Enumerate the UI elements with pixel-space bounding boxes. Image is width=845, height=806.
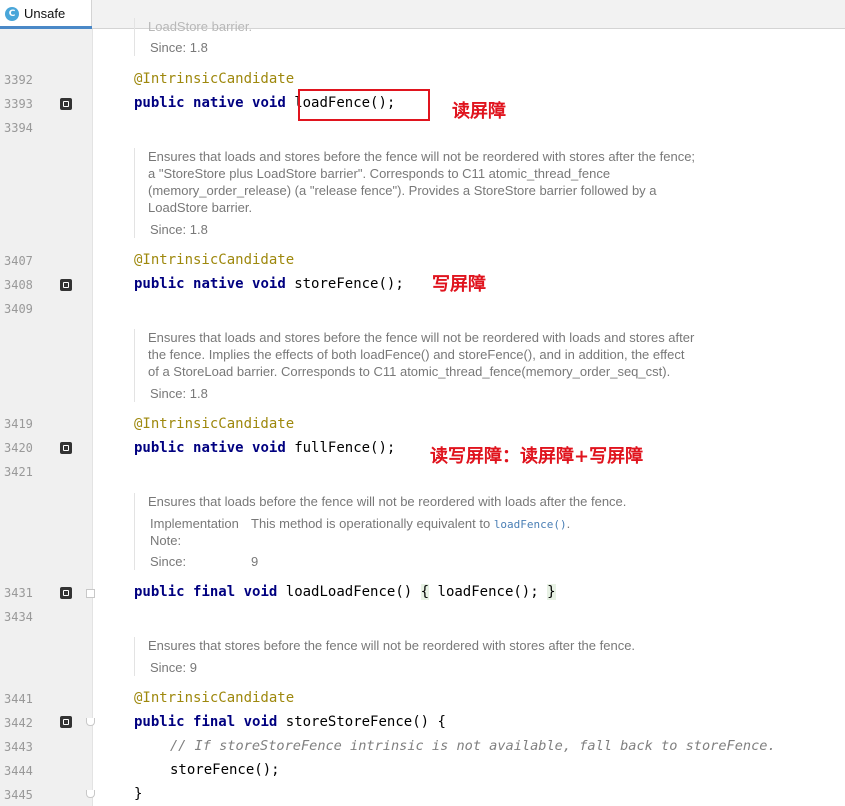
javadoc-text: Ensures that loads and stores before the… [148,149,696,164]
method-signature: fullFence(); [294,440,396,456]
annotation-note: 读屏障 [452,101,506,122]
javadoc-text: LoadStore barrier. [148,19,253,34]
line-number: 3444 [4,764,33,778]
javadoc-text: a "StoreStore plus LoadStore barrier". C… [148,166,611,181]
highlight-box [298,89,430,121]
code-annotation[interactable]: @IntrinsicCandidate [134,71,294,87]
keyword: public [134,714,185,730]
javadoc-text: of a StoreLoad barrier. Corresponds to C… [148,364,671,379]
code-line-loadloadfence[interactable]: public final void loadLoadFence() { load… [134,584,556,600]
javadoc-text: the fence. Implies the effects of both l… [148,347,685,362]
code-annotation[interactable]: @IntrinsicCandidate [134,690,294,706]
method-icon[interactable] [60,716,72,728]
native-method-icon[interactable] [60,442,72,454]
code-line-body[interactable]: storeFence(); [170,762,280,778]
java-class-icon: C [5,7,19,21]
keyword: native [193,276,244,292]
folded-brace[interactable]: } [547,584,556,600]
native-method-icon[interactable] [60,279,72,291]
javadoc-since: Since: 9 [150,660,197,675]
line-number: 3408 [4,278,33,292]
code-line-storestorefence[interactable]: public final void storeStoreFence() { [134,714,446,730]
code-line-fullfence[interactable]: public native void fullFence(); [134,440,395,456]
line-number: 3409 [4,302,33,316]
code-line-storefence[interactable]: public native void storeFence(); [134,276,404,292]
keyword: public [134,95,185,111]
javadoc-text: (memory_order_release) (a "release fence… [148,183,657,198]
keyword: void [252,276,286,292]
keyword: final [193,584,236,600]
javadoc-impl-label: Implementation [150,516,239,531]
keyword: void [243,714,278,730]
line-number: 3392 [4,73,33,87]
javadoc-impl-text: This method is operationally equivalent … [251,516,571,531]
keyword: native [193,440,244,456]
tab-unsafe[interactable]: C Unsafe [0,0,92,29]
tab-label: Unsafe [24,6,66,21]
javadoc-since-value: 9 [251,554,259,569]
method-signature: storeFence(); [294,276,404,292]
javadoc-block: LoadStore barrier. Since: 1.8 [134,18,252,56]
folded-brace[interactable]: { [420,584,430,600]
line-number: 3394 [4,121,33,135]
method-body: loadFence(); [437,584,539,600]
javadoc-link-loadfence[interactable]: loadFence() [494,518,567,531]
line-number: 3445 [4,788,33,802]
line-number: 3419 [4,417,33,431]
javadoc-since: Since: 1.8 [150,40,208,55]
javadoc-block: Ensures that stores before the fence wil… [134,637,635,676]
keyword: final [193,714,236,730]
javadoc-block: Ensures that loads and stores before the… [134,148,695,238]
keyword: native [193,95,244,111]
fold-start-icon[interactable] [86,718,95,726]
keyword: void [252,95,286,111]
line-number: 3407 [4,254,33,268]
line-number: 3441 [4,692,33,706]
keyword: public [134,276,185,292]
keyword: public [134,440,185,456]
line-number: 3420 [4,441,33,455]
javadoc-text: LoadStore barrier. [148,200,253,215]
annotation-note: 读写屏障：读屏障+写屏障 [430,446,644,467]
javadoc-text: Ensures that loads and stores before the… [148,330,695,345]
javadoc-impl-note: Implementation Note: This method is oper… [148,515,626,549]
fold-expand-icon[interactable] [86,589,95,598]
line-number: 3393 [4,97,33,111]
line-number: 3442 [4,716,33,730]
editor-tab-bar: C Unsafe [0,0,845,29]
javadoc-block: Ensures that loads before the fence will… [134,493,626,570]
code-annotation[interactable]: @IntrinsicCandidate [134,416,294,432]
javadoc-impl-label2: Note: [150,533,182,548]
javadoc-text: Ensures that loads before the fence will… [148,494,627,509]
javadoc-since: Since: 1.8 [150,222,208,237]
code-comment[interactable]: // If storeStoreFence intrinsic is not a… [170,738,776,754]
line-number: 3431 [4,586,33,600]
javadoc-since-label: Since: [150,554,187,569]
keyword: void [252,440,286,456]
method-signature: storeStoreFence() { [285,714,446,730]
method-icon[interactable] [60,587,72,599]
line-number: 3421 [4,465,33,479]
code-line-close-brace[interactable]: } [134,786,142,802]
keyword: void [243,584,278,600]
fold-end-icon[interactable] [86,790,95,798]
javadoc-since: Since: 1.8 [150,386,208,401]
code-annotation[interactable]: @IntrinsicCandidate [134,252,294,268]
keyword: public [134,584,185,600]
method-signature: loadLoadFence() [285,584,413,600]
line-number: 3434 [4,610,33,624]
line-number: 3443 [4,740,33,754]
native-method-icon[interactable] [60,98,72,110]
javadoc-text: Ensures that stores before the fence wil… [148,638,636,653]
javadoc-since: Since: 9 [148,553,626,570]
javadoc-block: Ensures that loads and stores before the… [134,329,694,402]
annotation-note: 写屏障 [432,274,486,295]
